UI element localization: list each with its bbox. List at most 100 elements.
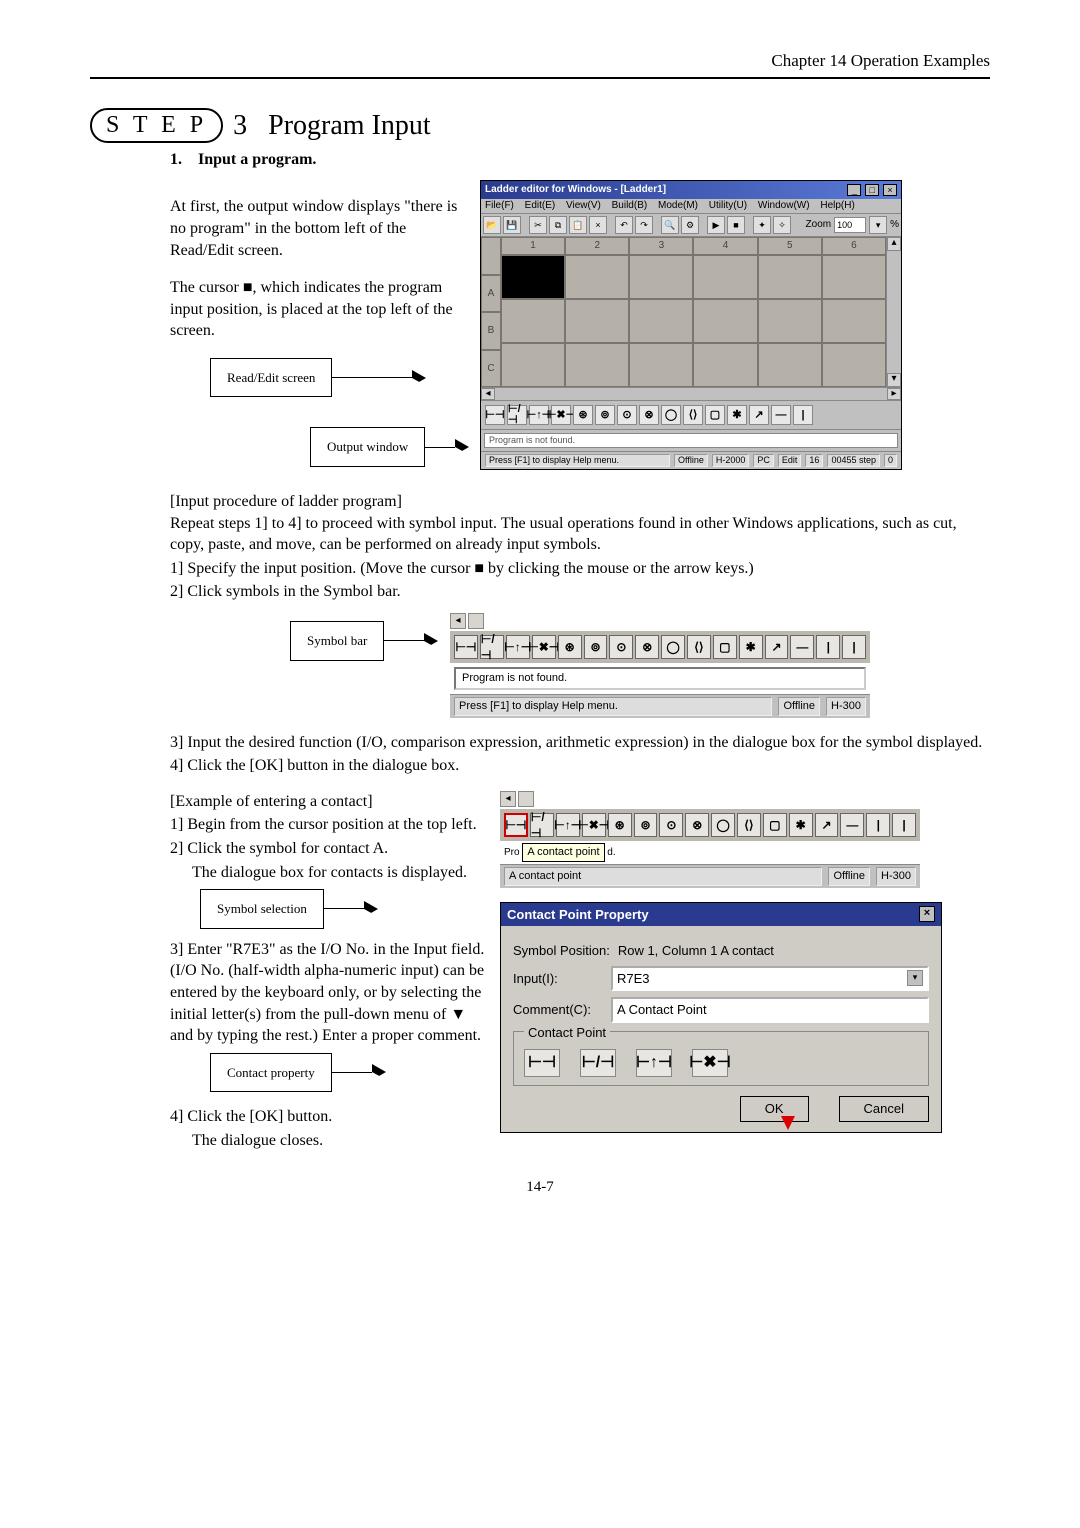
contact-type-not-icon[interactable]: ⊢✖⊣ bbox=[692, 1049, 728, 1077]
menu-utility[interactable]: Utility(U) bbox=[709, 200, 747, 211]
cancel-button[interactable]: Cancel bbox=[839, 1096, 929, 1122]
scroll-left-icon[interactable]: ◂ bbox=[481, 388, 495, 400]
input-dropdown-icon[interactable]: ▾ bbox=[907, 970, 923, 986]
menu-help[interactable]: Help(H) bbox=[820, 200, 854, 211]
grid-cursor[interactable] bbox=[501, 255, 565, 299]
maximize-button[interactable]: □ bbox=[865, 184, 879, 196]
close-button[interactable]: × bbox=[883, 184, 897, 196]
symbol-angle-icon[interactable]: ⟨⟩ bbox=[683, 405, 703, 425]
contact-type-rise-icon[interactable]: ⊢↑⊣ bbox=[636, 1049, 672, 1077]
symbol-coil3-icon[interactable]: ⊙ bbox=[609, 635, 633, 659]
symbol-coil4-icon[interactable]: ⊗ bbox=[685, 813, 709, 837]
minimize-button[interactable]: _ bbox=[847, 184, 861, 196]
symbol-hline-icon[interactable]: — bbox=[840, 813, 864, 837]
symbol-hline-icon[interactable]: — bbox=[771, 405, 791, 425]
misc2-icon[interactable]: ✧ bbox=[773, 216, 791, 234]
tab-left-icon[interactable]: ◂ bbox=[450, 613, 466, 629]
ok-button[interactable]: OK bbox=[740, 1096, 809, 1122]
redo-icon[interactable]: ↷ bbox=[635, 216, 653, 234]
symbol-coil3-icon[interactable]: ⊙ bbox=[659, 813, 683, 837]
symbol-contact-a-icon[interactable]: ⊢⊣ bbox=[454, 635, 478, 659]
symbol-box-icon[interactable]: ▢ bbox=[713, 635, 737, 659]
symbol-coil-icon[interactable]: ⊛ bbox=[608, 813, 632, 837]
dialog-close-icon[interactable]: × bbox=[919, 906, 935, 922]
symbol-coil3-icon[interactable]: ⊙ bbox=[617, 405, 637, 425]
ladder-grid[interactable]: A B C 1 2 3 4 5 6 bbox=[481, 237, 901, 387]
symbol-vline-icon[interactable]: | bbox=[866, 813, 890, 837]
symbol-contact-b-icon[interactable]: ⊢/⊣ bbox=[507, 405, 527, 425]
run-icon[interactable]: ▶ bbox=[707, 216, 725, 234]
symbol-coil2-icon[interactable]: ⊚ bbox=[634, 813, 658, 837]
symbol-vline2-icon[interactable]: | bbox=[892, 813, 916, 837]
menu-file[interactable]: File(F) bbox=[485, 200, 514, 211]
find-icon[interactable]: 🔍 bbox=[661, 216, 679, 234]
undo-icon[interactable]: ↶ bbox=[615, 216, 633, 234]
chapter-header: Chapter 14 Operation Examples bbox=[90, 50, 990, 73]
stop-icon[interactable]: ■ bbox=[727, 216, 745, 234]
symbol-circle-icon[interactable]: ◯ bbox=[661, 405, 681, 425]
delete-icon[interactable]: × bbox=[589, 216, 607, 234]
menu-window[interactable]: Window(W) bbox=[758, 200, 810, 211]
symbol-coil2-icon[interactable]: ⊚ bbox=[584, 635, 608, 659]
comment-field[interactable]: A Contact Point bbox=[611, 997, 929, 1023]
symbol-contact-b-icon[interactable]: ⊢/⊣ bbox=[480, 635, 504, 659]
symbol-vline-icon[interactable]: | bbox=[816, 635, 840, 659]
symbol-circle-icon[interactable]: ◯ bbox=[661, 635, 685, 659]
symbol-vline2-icon[interactable]: | bbox=[842, 635, 866, 659]
tab-left-icon[interactable]: ◂ bbox=[500, 791, 516, 807]
contact-type-a-icon[interactable]: ⊢⊣ bbox=[524, 1049, 560, 1077]
cut-icon[interactable]: ✂ bbox=[529, 216, 547, 234]
menu-build[interactable]: Build(B) bbox=[612, 200, 648, 211]
scroll-up-icon[interactable]: ▴ bbox=[887, 237, 901, 251]
symbol-coil4-icon[interactable]: ⊗ bbox=[639, 405, 659, 425]
tool-icon[interactable]: ⚙ bbox=[681, 216, 699, 234]
scroll-down-icon[interactable]: ▾ bbox=[887, 373, 901, 387]
save-icon[interactable]: 💾 bbox=[503, 216, 521, 234]
zoom-dropdown-icon[interactable]: ▾ bbox=[869, 216, 887, 234]
symbol-coil2-icon[interactable]: ⊚ bbox=[595, 405, 615, 425]
menu-view[interactable]: View(V) bbox=[566, 200, 601, 211]
symbol-star-icon[interactable]: ✱ bbox=[727, 405, 747, 425]
figure-status-help: Press [F1] to display Help menu. bbox=[454, 697, 772, 716]
symbol-angle-icon[interactable]: ⟨⟩ bbox=[687, 635, 711, 659]
window-title-bar[interactable]: Ladder editor for Windows - [Ladder1] _ … bbox=[481, 181, 901, 199]
symbol-coil-icon[interactable]: ⊛ bbox=[573, 405, 593, 425]
symbol-vline-icon[interactable]: | bbox=[793, 405, 813, 425]
paste-icon[interactable]: 📋 bbox=[569, 216, 587, 234]
horizontal-scrollbar[interactable]: ◂ ▸ bbox=[481, 387, 901, 400]
tab-blank-icon[interactable] bbox=[518, 791, 534, 807]
scroll-right-icon[interactable]: ▸ bbox=[887, 388, 901, 400]
symbol-contact-a-icon[interactable]: ⊢⊣ bbox=[485, 405, 505, 425]
symbol-star-icon[interactable]: ✱ bbox=[739, 635, 763, 659]
menu-edit[interactable]: Edit(E) bbox=[525, 200, 556, 211]
symbol-contact-not-icon[interactable]: ⊢✖⊣ bbox=[582, 813, 606, 837]
symbol-contact-a-icon[interactable]: ⊢⊣ bbox=[504, 813, 528, 837]
symbol-coil-icon[interactable]: ⊛ bbox=[558, 635, 582, 659]
symbol-arrow-icon[interactable]: ↗ bbox=[815, 813, 839, 837]
open-icon[interactable]: 📂 bbox=[483, 216, 501, 234]
symbol-box-icon[interactable]: ▢ bbox=[705, 405, 725, 425]
tab-blank-icon[interactable] bbox=[468, 613, 484, 629]
symbol-contact-b-icon[interactable]: ⊢/⊣ bbox=[530, 813, 554, 837]
symbol-arrow-icon[interactable]: ↗ bbox=[749, 405, 769, 425]
symbol-contact-not-icon[interactable]: ⊢✖⊣ bbox=[551, 405, 571, 425]
menu-mode[interactable]: Mode(M) bbox=[658, 200, 698, 211]
input-field[interactable]: R7E3 ▾ bbox=[611, 966, 929, 992]
zoom-input[interactable] bbox=[834, 217, 866, 233]
symbol-contact-rise-icon[interactable]: ⊢↑⊣ bbox=[556, 813, 580, 837]
symbol-coil4-icon[interactable]: ⊗ bbox=[635, 635, 659, 659]
copy-icon[interactable]: ⧉ bbox=[549, 216, 567, 234]
contact-type-b-icon[interactable]: ⊢/⊣ bbox=[580, 1049, 616, 1077]
menu-bar[interactable]: File(F) Edit(E) View(V) Build(B) Mode(M)… bbox=[481, 199, 901, 214]
symbol-angle-icon[interactable]: ⟨⟩ bbox=[737, 813, 761, 837]
misc-icon[interactable]: ✦ bbox=[753, 216, 771, 234]
symbol-contact-rise-icon[interactable]: ⊢↑⊣ bbox=[506, 635, 530, 659]
symbol-arrow-icon[interactable]: ↗ bbox=[765, 635, 789, 659]
symbol-box-icon[interactable]: ▢ bbox=[763, 813, 787, 837]
dialog-title-bar[interactable]: Contact Point Property × bbox=[501, 903, 941, 927]
symbol-contact-not-icon[interactable]: ⊢✖⊣ bbox=[532, 635, 556, 659]
symbol-hline-icon[interactable]: — bbox=[790, 635, 814, 659]
vertical-scrollbar[interactable]: ▴ ▾ bbox=[886, 237, 901, 387]
symbol-star-icon[interactable]: ✱ bbox=[789, 813, 813, 837]
symbol-circle-icon[interactable]: ◯ bbox=[711, 813, 735, 837]
